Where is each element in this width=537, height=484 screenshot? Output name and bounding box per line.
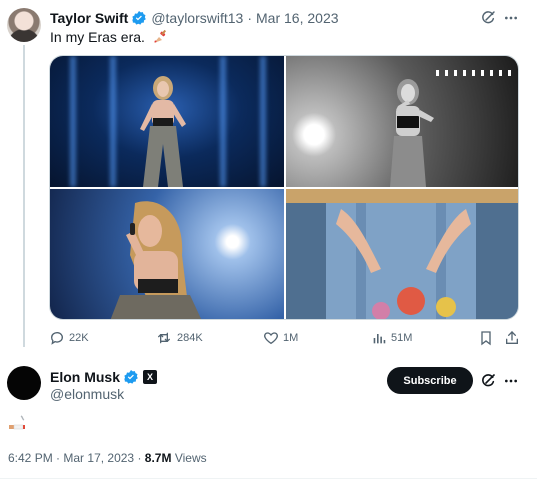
cigarette-emoji-icon [8,414,28,437]
tweet-time[interactable]: 6:42 PM [8,451,53,465]
share-icon [506,331,518,344]
repost-icon [158,332,170,344]
verified-badge-icon[interactable] [131,10,147,26]
taylor-avatar[interactable] [7,8,41,42]
tweet-actions: 22K 284K 1M 51M [49,330,524,348]
performer-figure [390,79,434,187]
thread-line [23,45,25,347]
author-handle[interactable]: @taylorswift13 [151,10,243,26]
reply-icon [51,332,63,345]
verified-badge-icon[interactable] [123,369,139,385]
photo-2[interactable] [286,56,518,187]
handle-row: @elonmusk [50,386,124,402]
affiliate-x-badge-icon[interactable]: X [143,370,158,384]
more-options-icon[interactable] [502,9,520,27]
overalls-detail [286,189,518,319]
media-grid[interactable] [49,55,519,320]
photo-1[interactable] [50,56,284,187]
heart-icon [264,332,278,345]
grok-icon[interactable] [479,372,497,390]
tweet-date[interactable]: Mar 17, 2023 [63,451,134,465]
photo-4[interactable] [286,189,518,319]
tweet-header: Taylor Swift @taylorswift13 · Mar 16, 20… [50,10,339,26]
views-count: 51M [391,332,413,344]
tweet-text-content: In my Eras era. [50,29,145,45]
author-name[interactable]: Taylor Swift [50,10,128,26]
tweet-text: In my Eras era. [50,29,168,48]
reply-button[interactable]: 22K [49,330,89,346]
separator-dot: · [247,10,253,26]
share-button[interactable] [504,330,524,346]
author-name[interactable]: Elon Musk [50,369,120,385]
separator-dot: · [56,451,61,465]
views-label: Views [174,451,207,465]
tweet-date[interactable]: Mar 16, 2023 [256,10,339,26]
bookmark-icon [481,331,491,346]
more-options-icon[interactable] [502,372,520,390]
subscribe-button[interactable]: Subscribe [387,367,473,394]
performer-figure [140,76,186,187]
like-button[interactable]: 1M [263,330,298,346]
elon-avatar[interactable] [7,366,41,400]
painting-nails-emoji-icon [152,29,168,48]
tweet-header: Elon Musk X [50,369,158,385]
tweet-meta: 6:42 PM · Mar 17, 2023 · 8.7M Views [8,451,207,465]
views-count: 8.7M [144,451,172,465]
photo-3[interactable] [50,189,284,319]
performer-figure [110,201,202,319]
like-count: 1M [283,332,299,344]
divider [0,478,537,479]
repost-button[interactable]: 284K [155,330,203,346]
separator-dot: · [137,451,142,465]
repost-count: 284K [177,332,203,344]
views-icon [373,334,386,344]
reply-count: 22K [69,332,89,344]
bookmark-button[interactable] [478,330,498,346]
grok-icon[interactable] [479,9,497,27]
views-button[interactable]: 51M [371,330,412,346]
author-handle[interactable]: @elonmusk [50,386,124,402]
